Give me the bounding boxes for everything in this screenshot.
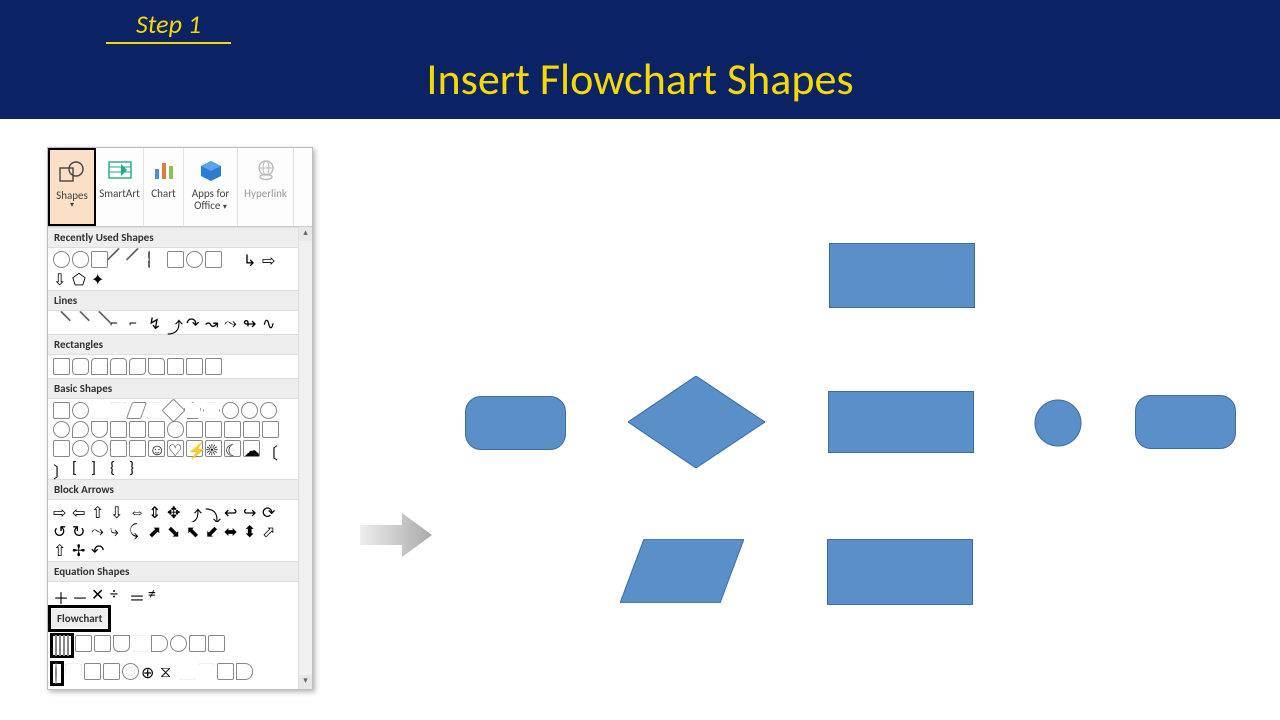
process-rect-top[interactable]	[829, 243, 975, 308]
process-rect-bottom[interactable]	[827, 539, 973, 605]
title-header: Step 1 Insert Flowchart Shapes	[0, 0, 1280, 119]
decision-diamond[interactable]	[628, 376, 765, 468]
terminator-roundrect[interactable]	[465, 396, 566, 450]
data-parallelogram[interactable]	[620, 539, 744, 603]
big-right-arrow-icon	[360, 511, 432, 559]
connector-circle[interactable]	[1034, 399, 1082, 447]
process-rect-mid[interactable]	[828, 391, 974, 453]
step-label: Step 1	[106, 8, 231, 44]
page-title: Insert Flowchart Shapes	[0, 52, 1280, 106]
canvas	[0, 119, 1280, 720]
roundrect-right[interactable]	[1135, 395, 1236, 449]
